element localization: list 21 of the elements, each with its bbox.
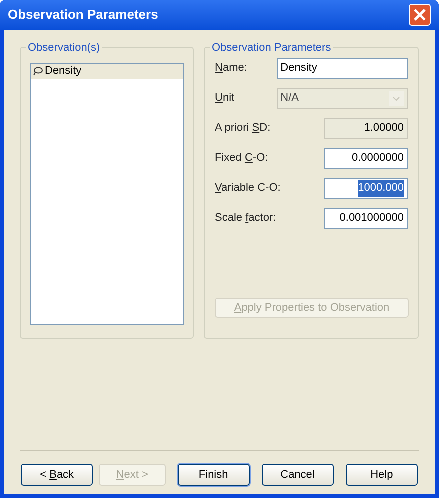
input-field[interactable]: Density [276, 58, 408, 79]
field-label: Scale factor: [215, 211, 278, 226]
window-title: Observation Parameters [8, 6, 158, 24]
lasso-icon [33, 67, 43, 76]
field-label: Fixed C-O: [215, 151, 270, 166]
dialog-button[interactable]: Finish [178, 464, 250, 486]
field-label: Variable C-O: [215, 181, 282, 196]
field-label: A priori SD: [215, 121, 272, 136]
input-field[interactable]: 0.001000000 [324, 208, 408, 229]
dialog-button[interactable]: Cancel [262, 464, 334, 486]
group-title: Observation(s) [26, 40, 102, 56]
close-icon [414, 9, 426, 21]
input-field[interactable]: 1000.000 [324, 178, 408, 199]
dialog-button[interactable]: Help [346, 464, 418, 486]
list-item[interactable]: Density [31, 64, 183, 79]
input-field[interactable]: 0.0000000 [324, 148, 408, 169]
chevron-down-icon [393, 96, 400, 100]
close-button[interactable] [409, 4, 431, 26]
dialog-button[interactable]: < Back [21, 464, 94, 486]
field-label: Unit [215, 91, 236, 106]
field-label: Name: [215, 61, 248, 76]
